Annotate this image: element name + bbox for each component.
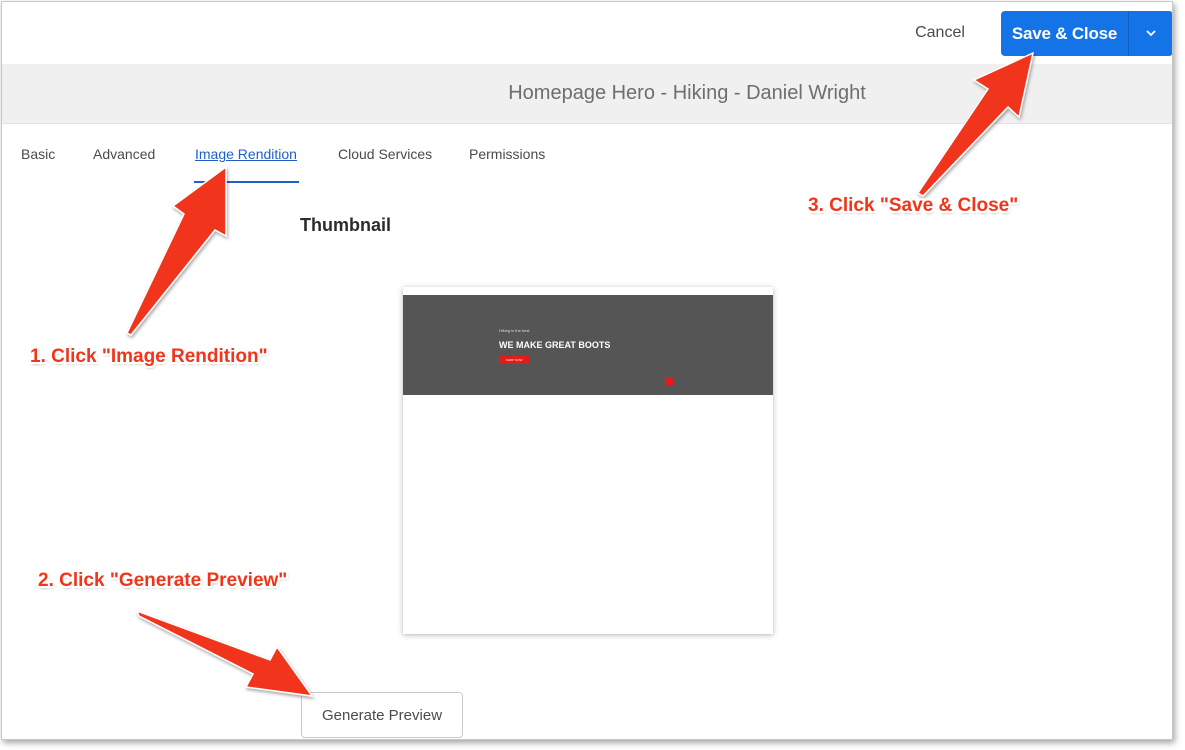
- tab-basic[interactable]: Basic: [21, 146, 55, 162]
- hero-headline: WE MAKE GREAT BOOTS: [499, 340, 611, 350]
- title-bar: Homepage Hero - Hiking - Daniel Wright: [2, 64, 1172, 124]
- annotation-step-1: 1. Click "Image Rendition": [30, 346, 268, 367]
- save-options-toggle[interactable]: [1128, 11, 1172, 56]
- tab-list: Basic Advanced Image Rendition Cloud Ser…: [2, 124, 1172, 186]
- tab-image-rendition[interactable]: Image Rendition: [195, 146, 297, 162]
- save-close-button[interactable]: Save & Close: [1001, 11, 1128, 56]
- thumbnail-heading: Thumbnail: [300, 215, 391, 235]
- chevron-down-icon: [1146, 30, 1156, 37]
- tab-cloud-services[interactable]: Cloud Services: [338, 146, 432, 162]
- active-tab-indicator: [194, 181, 299, 183]
- tab-advanced[interactable]: Advanced: [93, 146, 155, 162]
- hero-cta: SHOP NOW: [499, 356, 529, 364]
- hero-kicker: Hiking is the best: [499, 328, 530, 333]
- tab-permissions[interactable]: Permissions: [469, 146, 545, 162]
- hero-banner: Hiking is the best WE MAKE GREAT BOOTS S…: [403, 295, 773, 395]
- annotation-step-2: 2. Click "Generate Preview": [38, 570, 288, 591]
- generate-preview-button[interactable]: Generate Preview: [301, 692, 463, 738]
- annotation-step-3: 3. Click "Save & Close": [808, 195, 1019, 216]
- action-bar: Cancel Save & Close: [2, 2, 1172, 64]
- hero-indicator: [665, 377, 673, 385]
- cancel-button[interactable]: Cancel: [900, 16, 980, 50]
- page-properties-dialog: Cancel Save & Close Homepage Hero - Hiki…: [1, 1, 1173, 740]
- save-close-button-group: Save & Close: [1001, 11, 1172, 56]
- page-title: Homepage Hero - Hiking - Daniel Wright: [508, 82, 866, 104]
- thumbnail-preview: Hiking is the best WE MAKE GREAT BOOTS S…: [403, 287, 773, 634]
